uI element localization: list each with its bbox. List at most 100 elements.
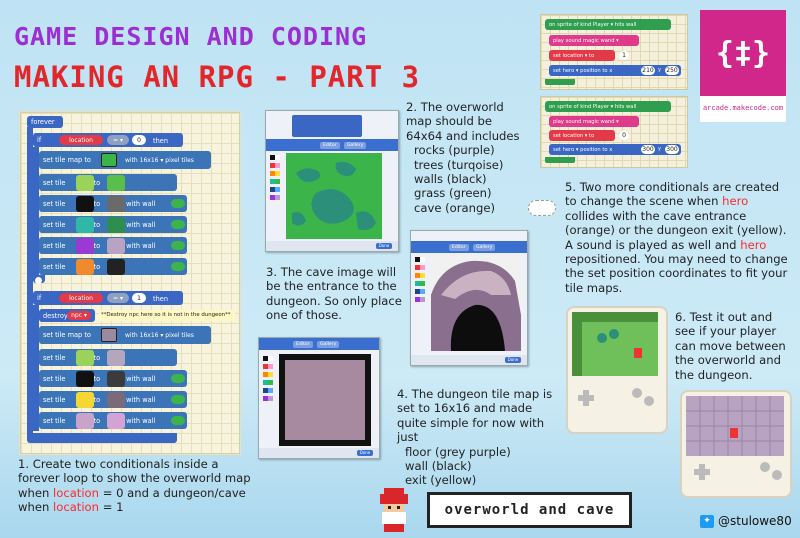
x-value[interactable]: 300	[641, 145, 655, 154]
set-tile-label: set tile	[43, 220, 66, 229]
wall-toggle-on[interactable]	[171, 395, 185, 404]
set-position-block[interactable]: set hero ▾ position to x	[549, 65, 681, 76]
tab-gallery[interactable]: Gallery	[473, 244, 496, 251]
tile-slot-wall-image[interactable]	[107, 371, 125, 387]
tile-slot-wall[interactable]	[76, 371, 94, 387]
title-line1: GAME DESIGN AND CODING	[14, 22, 368, 51]
npc-var[interactable]: npc ▾	[67, 311, 91, 320]
b-button[interactable]	[644, 396, 654, 406]
y-value[interactable]: 250	[665, 66, 679, 75]
a-button[interactable]	[632, 388, 642, 398]
color-palette[interactable]	[270, 155, 280, 241]
step4-text: 4. The dungeon tile map is set to 16x16 …	[397, 387, 557, 488]
tilemap-thumb-overworld[interactable]	[101, 153, 117, 167]
x-value[interactable]: 210	[641, 66, 655, 75]
wall-toggle-on[interactable]	[171, 416, 185, 425]
tile-slot-floor[interactable]	[107, 350, 125, 366]
with-wall-label: with wall	[126, 220, 156, 229]
location-var[interactable]: location	[59, 293, 103, 303]
game-console-overworld	[566, 306, 668, 434]
cave-image-canvas[interactable]	[431, 255, 521, 351]
tile-slot-wall-image[interactable]	[107, 196, 125, 212]
step5-text: 5. Two more conditionals are created to …	[565, 180, 793, 295]
if-label: if	[37, 136, 42, 144]
step5-hero-keyword: hero	[722, 194, 749, 209]
set-tile-label: set tile	[43, 178, 66, 187]
twitter-handle-text: @stulowe80	[718, 514, 792, 528]
dpad-icon[interactable]	[578, 390, 594, 406]
step2-text: 2. The overworld map should be 64x64 and…	[406, 100, 526, 215]
value-one[interactable]: 1	[132, 293, 146, 303]
tile-slot-cave[interactable]	[76, 259, 94, 275]
set-tile-label: set tile	[43, 199, 66, 208]
game-console-dungeon	[680, 390, 792, 498]
wall-toggle-on[interactable]	[171, 220, 185, 229]
tile-slot-tree[interactable]	[76, 217, 94, 233]
to-label: to	[93, 220, 101, 229]
add-else-icon[interactable]	[35, 277, 42, 284]
a-button[interactable]	[760, 462, 770, 472]
equals-op[interactable]: = ▾	[107, 293, 129, 303]
twitter-handle[interactable]: ✦ @stulowe80	[700, 514, 792, 528]
if-label: if	[37, 294, 42, 302]
tab-editor[interactable]: Editor	[320, 142, 340, 149]
handler-end	[545, 157, 575, 163]
overworld-map-canvas[interactable]	[286, 153, 382, 239]
set-position-block[interactable]: set hero ▾ position to x	[549, 144, 681, 155]
wall-toggle-on[interactable]	[171, 241, 185, 250]
set-location-block[interactable]: set location ▾ to	[549, 130, 615, 141]
set-hero-label: set hero ▾ position to x	[553, 146, 613, 153]
location-value[interactable]: 1	[619, 51, 629, 60]
to-label: to	[93, 353, 101, 362]
dpad-icon[interactable]	[694, 464, 710, 480]
tab-editor[interactable]: Editor	[449, 244, 469, 251]
tile-slot-rock[interactable]	[76, 238, 94, 254]
tile-slot-grass[interactable]	[76, 175, 94, 191]
set-tile-label: set tile	[43, 353, 66, 362]
tile-slot-exit[interactable]	[76, 392, 94, 408]
if2-spine	[33, 305, 39, 431]
color-palette[interactable]	[415, 257, 425, 337]
tile-slot-wall[interactable]	[76, 196, 94, 212]
dungeon-map-canvas[interactable]	[279, 354, 371, 446]
editor-toolbar	[411, 241, 527, 253]
tile-slot-grass-2[interactable]	[107, 175, 125, 191]
set-hero-label: set hero ▾ position to x	[553, 67, 613, 74]
with-wall-label: with wall	[126, 374, 156, 383]
play-sound-block[interactable]: play sound magic wand ▾	[549, 116, 639, 127]
done-button[interactable]: Done	[376, 243, 392, 249]
tile-slot-floor-image[interactable]	[107, 413, 125, 429]
value-zero[interactable]: 0	[132, 135, 146, 145]
on-sprite-block[interactable]: on sprite of kind Player ▾ hits wall	[545, 19, 671, 30]
dungeon-game-screen[interactable]	[686, 396, 784, 456]
equals-op[interactable]: = ▾	[107, 135, 129, 145]
location-var[interactable]: location	[59, 135, 103, 145]
wall-toggle-on[interactable]	[171, 199, 185, 208]
b-button[interactable]	[772, 470, 782, 480]
location-value[interactable]: 0	[619, 131, 629, 140]
tile-slot-cave-image[interactable]	[107, 259, 125, 275]
makecode-arcade-logo[interactable]: {‡} arcade.makecode.com	[700, 10, 786, 122]
on-sprite-block[interactable]: on sprite of kind Player ▾ hits wall	[545, 101, 671, 112]
tile-slot-tree-image[interactable]	[107, 217, 125, 233]
done-button[interactable]: Done	[505, 357, 521, 363]
play-sound-block[interactable]: play sound magic wand ▾	[549, 35, 639, 46]
comment-note[interactable]: **Destroy npc here so it is not in the d…	[99, 310, 235, 321]
tab-editor[interactable]: Editor	[293, 341, 313, 348]
done-button[interactable]: Done	[357, 450, 373, 456]
tile-slot-exit-image[interactable]	[107, 392, 125, 408]
wall-toggle-on[interactable]	[171, 374, 185, 383]
color-palette[interactable]	[263, 356, 273, 436]
overworld-game-screen[interactable]	[572, 312, 658, 376]
tile-slot-floor-2[interactable]	[76, 413, 94, 429]
set-tile-label: set tile	[43, 241, 66, 250]
tile-slot-grass[interactable]	[76, 350, 94, 366]
set-location-block[interactable]: set location ▾ to	[549, 50, 615, 61]
tab-gallery[interactable]: Gallery	[344, 142, 367, 149]
tab-gallery[interactable]: Gallery	[317, 341, 340, 348]
tilemap-thumb-dungeon[interactable]	[101, 328, 117, 342]
tile-slot-rock-image[interactable]	[107, 238, 125, 254]
set-tile-label: set tile	[43, 416, 66, 425]
y-value[interactable]: 300	[665, 145, 679, 154]
wall-toggle-on[interactable]	[171, 262, 185, 271]
